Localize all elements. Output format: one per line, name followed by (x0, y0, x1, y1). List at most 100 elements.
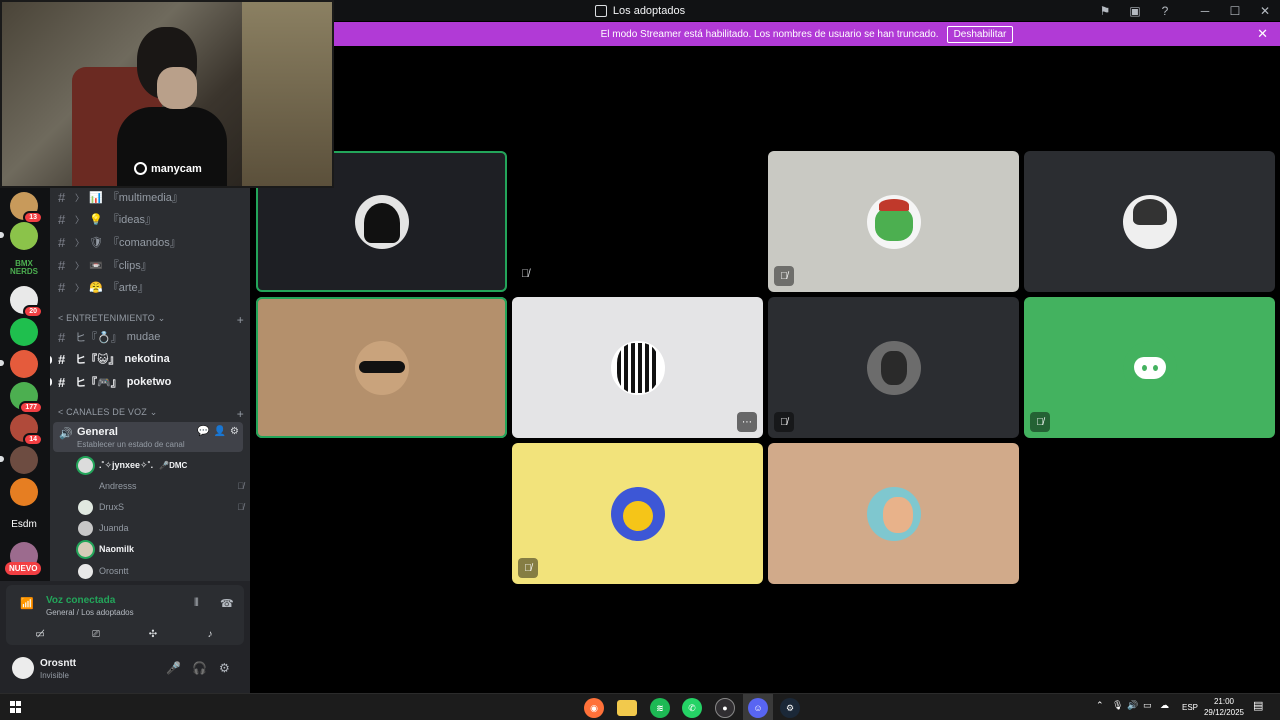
user-status: Invisible (40, 671, 69, 680)
spotify-icon[interactable]: ≋ (650, 698, 670, 718)
server-icon-9[interactable] (10, 446, 38, 474)
chat-icon[interactable]: 💬 (197, 426, 209, 437)
notifications-icon[interactable]: ▤ (1253, 699, 1263, 712)
folder-icon[interactable] (617, 700, 637, 716)
video-tile[interactable]: 🎙̸ (768, 297, 1019, 438)
webcam-overlay: manycam (0, 0, 334, 188)
taskbar-clock[interactable]: 21:00 29/12/2025 (1204, 696, 1244, 718)
voice-user-3[interactable]: DruxS 🎙̸ (78, 497, 244, 517)
channel-label: poketwo (126, 376, 172, 388)
channel-label: 『clips』 (107, 260, 152, 272)
banner-close-icon[interactable]: ✕ (1257, 26, 1268, 42)
server-icon-2[interactable] (10, 222, 38, 250)
voice-location[interactable]: General / Los adoptados (46, 608, 134, 617)
settings-icon[interactable]: ⚙ (230, 426, 239, 437)
video-tile[interactable]: 🎙̸ (512, 443, 763, 584)
user-avatar[interactable] (12, 657, 34, 679)
user-settings-icon[interactable]: ⚙ (219, 661, 230, 675)
tray-chevron-icon[interactable]: ⌃ (1096, 700, 1104, 711)
voice-user-4[interactable]: Juanda (78, 518, 244, 538)
set-channel-status[interactable]: Establecer un estado de canal (77, 440, 185, 449)
server-icon-7[interactable]: 177 (10, 382, 43, 414)
participant-avatar (866, 340, 921, 395)
volume-icon[interactable]: 🔊 (1127, 700, 1138, 711)
help-icon[interactable]: ? (1150, 0, 1180, 21)
add-channel-icon[interactable]: + (237, 313, 244, 327)
cloud-icon[interactable]: ☁ (1160, 700, 1169, 711)
noise-suppression-icon[interactable]: ⦀ (194, 597, 199, 610)
category-voice[interactable]: < CANALES DE VOZ ⌄ + (58, 407, 244, 421)
voice-status[interactable]: Voz conectada (46, 595, 115, 606)
voice-channel-general[interactable]: 🔊 General Establecer un estado de canal … (53, 422, 243, 452)
user-name[interactable]: Orosntt (40, 658, 76, 669)
video-tile[interactable] (1024, 151, 1275, 292)
window-icon[interactable]: ▣ (1120, 0, 1150, 21)
firefox-icon[interactable]: ◉ (584, 698, 604, 718)
voice-channel-tools: 💬 👤 ⚙ (197, 426, 239, 437)
invite-icon[interactable]: 👤 (214, 426, 226, 437)
activities-icon[interactable]: ✣ (133, 625, 173, 643)
windows-taskbar: ◉ ≋ ✆ ● ☺ ⚙ ⌃ 🎙 🔊 ▭ ☁ ESP 21:00 29/12/20… (0, 693, 1280, 720)
channel-multimedia[interactable]: # 〉 📊 『multimedia』 (58, 188, 244, 207)
category-entertainment[interactable]: < ENTRETENIMIENTO ⌄ + (58, 313, 244, 327)
voice-user-2[interactable]: Andresss 🎙̸ (78, 476, 244, 496)
network-icon[interactable]: ▭ (1143, 700, 1152, 711)
language-indicator[interactable]: ESP (1182, 703, 1198, 712)
webcam-background (242, 2, 332, 186)
channel-poketwo[interactable]: # ヒ『🎮』 poketwo (58, 372, 244, 392)
server-icon-esdm[interactable]: Esdm (10, 510, 38, 538)
server-icon-6[interactable] (10, 350, 38, 378)
voice-user-6[interactable]: Orosntt (78, 561, 244, 581)
server-icon-8[interactable]: 14 (10, 414, 43, 446)
channel-comandos[interactable]: # 〉 🛡 『comandos』 (58, 232, 244, 252)
video-tile[interactable]: 🎙̸ (1024, 297, 1275, 438)
server-icon-bmx-nerds[interactable]: BMX NERDS (10, 254, 38, 282)
hash-icon: # (58, 189, 66, 205)
channel-label: 『ideas』 (107, 214, 157, 226)
participant-avatar (354, 340, 409, 395)
whatsapp-icon[interactable]: ✆ (682, 698, 702, 718)
screenshare-icon[interactable]: ⎚ (76, 625, 116, 643)
video-tile[interactable]: ⋯ (512, 297, 763, 438)
signal-icon[interactable]: 📶 (20, 597, 34, 610)
soundboard-icon[interactable]: ♪ (190, 625, 230, 643)
server-icon-1[interactable]: 13 (10, 192, 43, 224)
camera-off-icon[interactable]: ▭̸ (20, 625, 60, 643)
participant-avatar (1122, 194, 1177, 249)
muted-icon: 🎙̸ (774, 412, 794, 432)
channel-ideas[interactable]: # 〉 💡 『ideas』 (58, 209, 244, 229)
discord-icon[interactable]: ☺ (748, 698, 768, 718)
headphones-icon[interactable]: 🎧 (192, 661, 207, 675)
participant-avatar (354, 194, 409, 249)
channel-mudae[interactable]: # ヒ『💍』 mudae (58, 327, 244, 347)
video-tile[interactable] (256, 297, 507, 438)
more-options-icon[interactable]: ⋯ (737, 412, 757, 432)
server-icon-4[interactable]: 20 (10, 286, 43, 318)
minimize-icon[interactable]: ─ (1190, 0, 1220, 21)
new-badge: NUEVO (5, 562, 42, 575)
disconnect-icon[interactable]: ☎ (220, 597, 234, 610)
obs-icon[interactable]: ● (715, 698, 735, 718)
voice-user-5[interactable]: Naomilk (78, 539, 244, 559)
close-icon[interactable]: ✕ (1250, 0, 1280, 21)
server-icon-5[interactable] (10, 318, 38, 346)
voice-user-1[interactable]: .˚✧jynxee✧˚. 🎤DMC (78, 455, 244, 475)
microphone-icon[interactable]: 🎤 (166, 661, 181, 675)
steam-icon[interactable]: ⚙ (780, 698, 800, 718)
inbox-icon[interactable]: ⚑ (1090, 0, 1120, 21)
tray-mic-icon[interactable]: 🎙 (1112, 700, 1123, 711)
maximize-icon[interactable]: ☐ (1220, 0, 1250, 21)
video-tile[interactable]: 🎙̸ (768, 151, 1019, 292)
add-channel-icon[interactable]: + (237, 407, 244, 421)
channel-arte[interactable]: # 〉 😤 『arte』 (58, 277, 244, 297)
participant-avatar (866, 486, 921, 541)
channel-label: 『arte』 (107, 282, 149, 294)
server-icon-10[interactable] (10, 478, 38, 506)
channel-nekotina[interactable]: # ヒ『😺』 nekotina (58, 349, 244, 369)
video-tile[interactable] (768, 443, 1019, 584)
watermark-text: manycam (151, 162, 202, 175)
disable-button[interactable]: Deshabilitar (946, 25, 1014, 43)
windows-start-icon[interactable] (10, 701, 22, 713)
voice-panel: 📶 Voz conectada General / Los adoptados … (0, 581, 250, 693)
channel-clips[interactable]: # 〉 📼 『clips』 (58, 255, 244, 275)
